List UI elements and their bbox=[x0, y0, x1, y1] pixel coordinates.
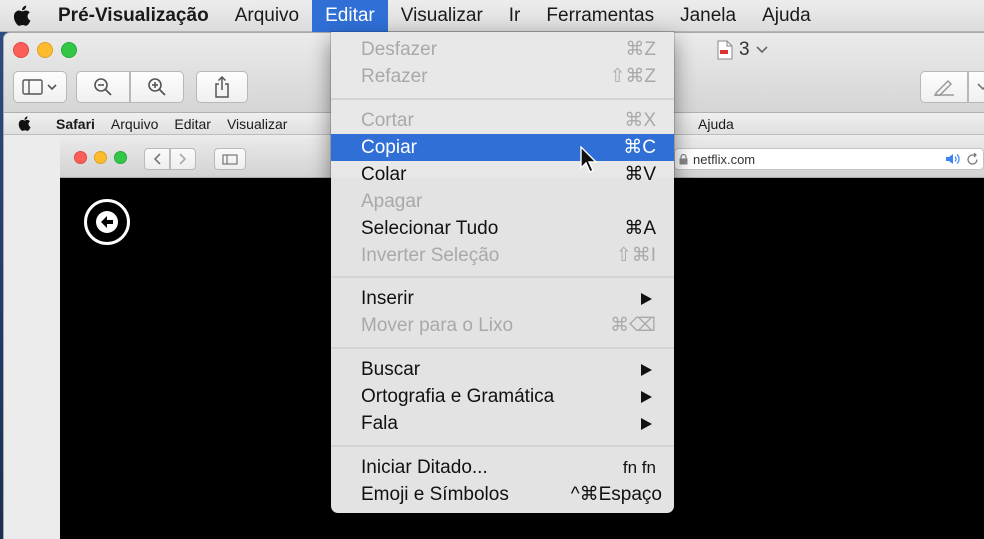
zoom-button[interactable] bbox=[61, 42, 77, 58]
sidebar-toggle-button[interactable] bbox=[13, 71, 67, 103]
edit-menu-dropdown: Desfazer ⌘Z Refazer ⇧⌘Z Cortar ⌘X Copiar… bbox=[331, 32, 674, 513]
menu-separator bbox=[331, 347, 674, 349]
menu-arquivo[interactable]: Arquivo bbox=[222, 0, 312, 32]
markup-menu-button[interactable] bbox=[968, 71, 984, 103]
safari-forward-button bbox=[170, 148, 196, 170]
zoom-out-button[interactable] bbox=[76, 71, 130, 103]
menu-item-label: Inserir bbox=[361, 287, 414, 309]
menu-item-shortcut: ^⌘Espaço bbox=[570, 484, 662, 505]
menu-item-shortcut: ⇧⌘I bbox=[615, 245, 656, 266]
safari-zoom-button bbox=[114, 151, 127, 164]
menu-item-shortcut: ⌘X bbox=[624, 110, 656, 131]
menu-item-label: Apagar bbox=[361, 190, 423, 212]
menu-ajuda[interactable]: Ajuda bbox=[749, 0, 824, 32]
menu-item-inverter-selecao[interactable]: Inverter Seleção ⇧⌘I bbox=[331, 242, 674, 269]
menu-item-copiar[interactable]: Copiar ⌘C bbox=[331, 134, 674, 161]
share-icon bbox=[215, 76, 229, 98]
chevron-left-icon bbox=[153, 153, 161, 165]
menu-item-colar[interactable]: Colar ⌘V bbox=[331, 161, 674, 188]
mouse-pointer-icon bbox=[580, 146, 598, 173]
menu-item-shortcut: ⇧⌘Z bbox=[609, 66, 656, 87]
menu-bar: Pré-Visualização Arquivo Editar Visualiz… bbox=[0, 0, 984, 32]
inner-menu-visualizar: Visualizar bbox=[226, 115, 288, 132]
inner-menu-arquivo: Arquivo bbox=[110, 115, 159, 132]
chevron-down-icon bbox=[977, 83, 984, 91]
menu-ferramentas[interactable]: Ferramentas bbox=[533, 0, 667, 32]
apple-menu[interactable] bbox=[0, 0, 44, 32]
menu-item-fala[interactable]: Fala bbox=[331, 410, 674, 437]
menu-item-label: Ortografia e Gramática bbox=[361, 385, 555, 407]
share-button[interactable] bbox=[196, 71, 248, 103]
menu-item-cortar[interactable]: Cortar ⌘X bbox=[331, 107, 674, 134]
inner-menu-editar: Editar bbox=[174, 115, 211, 132]
zoom-in-button[interactable] bbox=[130, 71, 184, 103]
submenu-arrow-icon bbox=[641, 364, 652, 376]
menu-item-shortcut: fn fn bbox=[622, 457, 656, 477]
pen-icon bbox=[934, 79, 954, 96]
menu-item-mover-para-lixo[interactable]: Mover para o Lixo ⌘⌫ bbox=[331, 312, 674, 339]
inner-menu-ajuda: Ajuda bbox=[698, 116, 734, 132]
reload-icon bbox=[967, 152, 978, 165]
menu-separator bbox=[331, 276, 674, 278]
submenu-arrow-icon bbox=[641, 391, 652, 403]
window-controls bbox=[13, 42, 77, 58]
chevron-right-icon bbox=[179, 153, 187, 165]
safari-window-controls bbox=[74, 151, 127, 164]
sidebar-icon bbox=[22, 79, 57, 95]
menu-item-iniciar-ditado[interactable]: Iniciar Ditado... fn fn bbox=[331, 454, 674, 481]
menu-item-shortcut: ⌘V bbox=[624, 164, 656, 185]
close-button[interactable] bbox=[13, 42, 29, 58]
safari-back-button bbox=[144, 148, 170, 170]
safari-sidebar-button bbox=[214, 148, 246, 170]
safari-minimize-button bbox=[94, 151, 107, 164]
zoom-out-icon bbox=[94, 78, 112, 96]
menu-item-inserir[interactable]: Inserir bbox=[331, 285, 674, 312]
menu-app-name[interactable]: Pré-Visualização bbox=[44, 0, 222, 32]
minimize-button[interactable] bbox=[37, 42, 53, 58]
apple-icon bbox=[13, 5, 31, 26]
menu-item-shortcut: ⌘A bbox=[624, 218, 656, 239]
menu-item-shortcut: ⌘C bbox=[623, 137, 656, 158]
pdf-document-icon bbox=[717, 40, 733, 60]
menu-item-shortcut: ⌘Z bbox=[625, 39, 656, 60]
menu-item-selecionar-tudo[interactable]: Selecionar Tudo ⌘A bbox=[331, 215, 674, 242]
menu-editar[interactable]: Editar bbox=[312, 0, 388, 32]
apple-icon bbox=[18, 116, 30, 131]
sidebar-icon bbox=[222, 153, 238, 165]
inner-apple-menu bbox=[4, 116, 44, 131]
submenu-arrow-icon bbox=[641, 293, 652, 305]
menu-ir[interactable]: Ir bbox=[496, 0, 534, 32]
safari-url-text: netflix.com bbox=[693, 151, 756, 167]
document-title[interactable]: 3 bbox=[717, 39, 768, 61]
arrow-left-icon bbox=[96, 211, 118, 233]
menu-separator bbox=[331, 98, 674, 100]
menu-item-shortcut: ⌘⌫ bbox=[610, 315, 656, 336]
menu-item-buscar[interactable]: Buscar bbox=[331, 356, 674, 383]
menu-item-emoji-simbolos[interactable]: Emoji e Símbolos ^⌘Espaço bbox=[331, 481, 674, 508]
menu-visualizar[interactable]: Visualizar bbox=[388, 0, 496, 32]
chevron-down-icon bbox=[756, 46, 768, 54]
menu-item-refazer[interactable]: Refazer ⇧⌘Z bbox=[331, 63, 674, 90]
page-count: 3 bbox=[739, 39, 750, 60]
menu-item-ortografia-gramatica[interactable]: Ortografia e Gramática bbox=[331, 383, 674, 410]
safari-close-button bbox=[74, 151, 87, 164]
menu-item-desfazer[interactable]: Desfazer ⌘Z bbox=[331, 36, 674, 63]
menu-item-label: Buscar bbox=[361, 358, 421, 380]
safari-address-bar: netflix.com bbox=[674, 148, 984, 170]
markup-button[interactable] bbox=[920, 71, 968, 103]
menu-janela[interactable]: Janela bbox=[667, 0, 749, 32]
menu-item-apagar[interactable]: Apagar bbox=[331, 188, 674, 215]
inner-menu-safari: Safari bbox=[56, 115, 95, 132]
submenu-arrow-icon bbox=[641, 418, 652, 430]
menu-separator bbox=[331, 445, 674, 447]
speaker-icon bbox=[946, 154, 960, 164]
zoom-in-icon bbox=[148, 78, 166, 96]
netflix-back-button bbox=[84, 199, 130, 245]
lock-icon bbox=[679, 153, 688, 164]
menu-item-label: Fala bbox=[361, 412, 398, 434]
